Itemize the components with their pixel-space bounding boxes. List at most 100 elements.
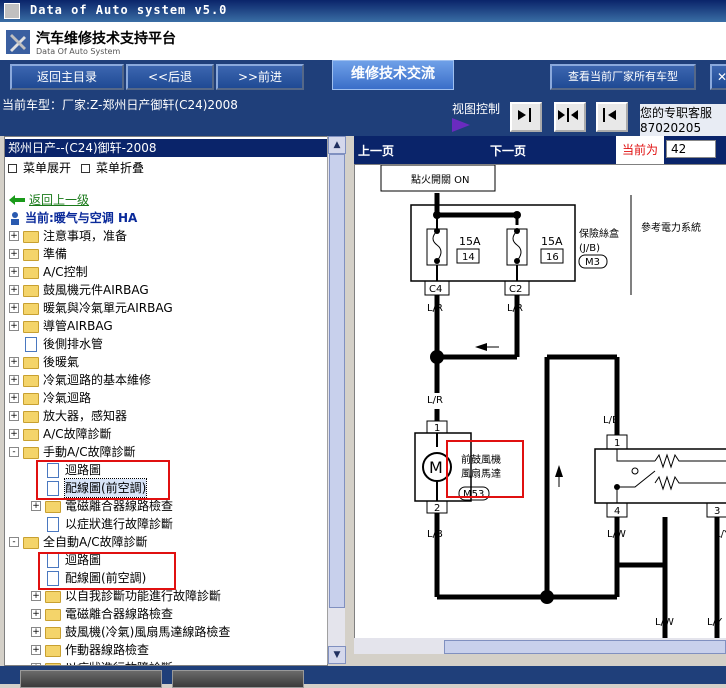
expand-icon[interactable]: + [9, 357, 19, 367]
document-icon [25, 337, 37, 352]
wiring-diagram[interactable]: 點火開關 ON 15A 14 15A 16 保險絲盒 (J/B) M3 參考電力… [354, 164, 726, 640]
expand-icon[interactable]: + [31, 645, 41, 655]
tree-item-label: 鼓風機(冷氣)風扇馬達線路檢查 [65, 625, 231, 639]
menu-tree: 郑州日产--(C24)御轩-2008 菜单展开 菜单折叠 返回上一级 当前:暖气… [4, 136, 328, 666]
forward-button[interactable]: >>前进 [216, 64, 304, 90]
collapse-icon[interactable]: - [9, 447, 19, 457]
highlight-box [36, 460, 170, 500]
expand-icon[interactable]: + [9, 303, 19, 313]
view-all-models-button[interactable]: 查看当前厂家所有车型 [550, 64, 696, 90]
tree-item-label: 全自動A/C故障診斷 [43, 535, 148, 549]
app-subtitle: Data Of Auto System [36, 47, 121, 56]
blower-name-line2: 風扇馬達 [461, 467, 501, 480]
tree-item-label: 放大器，感知器 [43, 409, 128, 423]
folder-icon [23, 375, 39, 387]
folder-icon [23, 429, 39, 441]
pin4-label: 4 [614, 506, 620, 517]
back-button[interactable]: <<后退 [126, 64, 214, 90]
expand-icon[interactable]: + [9, 429, 19, 439]
current-node-label: 当前:暖气与空调 HA [25, 211, 138, 225]
expand-all-button[interactable]: 菜单展开 [8, 159, 71, 176]
folder-icon [23, 321, 39, 333]
advisor-panel: 您的专职客服 87020205 [640, 104, 726, 136]
folder-icon [23, 303, 39, 315]
collapse-all-button[interactable]: 菜单折叠 [81, 159, 144, 176]
expand-icon[interactable]: + [9, 249, 19, 259]
folder-icon [23, 249, 39, 261]
current-model-text: 当前车型：厂家:Z-郑州日产御轩(C24)2008 [2, 98, 238, 112]
viewer-toolbar: 上一页 下一页 当前为 [354, 136, 726, 164]
fuse2-rating: 15A [541, 235, 563, 248]
bottom-button-2[interactable] [172, 670, 304, 688]
expand-all-label: 菜单展开 [23, 161, 72, 175]
tree-item-label: 以症狀進行故障診斷 [65, 659, 173, 665]
diagram-horizontal-scrollbar[interactable] [354, 638, 726, 654]
prev-page-button[interactable]: 上一页 [358, 142, 394, 159]
tree-item-label: 冷氣迴路的基本維修 [43, 373, 152, 387]
next-page-button[interactable]: 下一页 [490, 142, 526, 159]
scroll-down-icon[interactable]: ▼ [328, 646, 346, 664]
arrow-left-icon [603, 108, 616, 122]
tree-item-label: 準備 [43, 247, 68, 261]
scroll-up-icon[interactable]: ▲ [328, 136, 346, 154]
tree-item-label: 手動A/C故障診斷 [43, 445, 136, 459]
close-icon[interactable]: ✕ [710, 64, 726, 90]
jb-label: (J/B) [579, 243, 600, 254]
folder-icon [45, 501, 61, 513]
folder-icon [23, 411, 39, 423]
page-number-input[interactable] [666, 140, 716, 158]
expand-icon[interactable]: + [9, 267, 19, 277]
expand-icon[interactable]: + [9, 321, 19, 331]
expand-icon[interactable]: + [9, 375, 19, 385]
right-panel: 上一页 下一页 当前为 點火開關 ON 15A 14 [346, 136, 726, 666]
tab-maintenance-exchange[interactable]: 维修技术交流 [332, 60, 454, 90]
home-button[interactable]: 返回主目录 [10, 64, 124, 90]
tree-scrollbar[interactable]: ▲ ▼ [327, 136, 346, 664]
view-fit-button[interactable] [554, 102, 586, 132]
tree-item-label: 以症狀進行故障診斷 [65, 517, 174, 531]
arrow-right-icon [518, 108, 531, 122]
square-icon [8, 164, 17, 173]
fuse1-number: 14 [462, 252, 475, 263]
tree-item-label: 冷氣迴路 [43, 391, 92, 405]
c4-label: C4 [429, 284, 442, 295]
view-left-button[interactable] [596, 102, 628, 132]
tree-item-label: 暖氣與冷氣單元AIRBAG [43, 301, 173, 315]
folder-icon [23, 231, 39, 243]
tree-item-label: 導管AIRBAG [43, 319, 113, 333]
bottom-button-1[interactable] [20, 670, 162, 688]
tree-item-label: 電磁離合器線路檢查 [65, 607, 174, 621]
expand-icon[interactable]: + [9, 231, 19, 241]
window-title: Data of Auto system v5.0 [30, 3, 228, 17]
tree-header[interactable]: 郑州日产--(C24)御轩-2008 [5, 139, 327, 157]
wrench-logo-icon [6, 30, 30, 54]
window-title-bar[interactable]: Data of Auto system v5.0 [0, 0, 726, 22]
bottom-bar [0, 666, 726, 688]
fuse1-rating: 15A [459, 235, 481, 248]
expand-icon[interactable]: + [31, 591, 41, 601]
flag-icon [452, 118, 470, 132]
ignition-label: 點火開關 ON [411, 173, 470, 186]
pin2-label-motor: 2 [434, 503, 440, 514]
back-up-label: 返回上一级 [29, 193, 90, 207]
folder-icon [23, 537, 39, 549]
view-right-button[interactable] [510, 102, 542, 132]
advisor-phone: 87020205 [640, 121, 702, 135]
expand-icon[interactable]: + [31, 501, 41, 511]
collapse-icon[interactable]: - [9, 537, 19, 547]
scroll-thumb[interactable] [329, 154, 345, 608]
folder-icon [23, 447, 39, 459]
expand-icon[interactable]: + [31, 627, 41, 637]
square-icon [81, 164, 90, 173]
fuse2-number: 16 [546, 252, 559, 263]
expand-icon[interactable]: + [31, 609, 41, 619]
horizontal-scroll-thumb[interactable] [444, 640, 726, 654]
app-window-icon [4, 3, 20, 19]
expand-icon[interactable]: + [9, 285, 19, 295]
current-page-label: 当前为 [616, 136, 664, 164]
m53-label: M53 [463, 489, 484, 500]
c2-label: C2 [509, 284, 522, 295]
folder-icon [23, 393, 39, 405]
expand-icon[interactable]: + [9, 393, 19, 403]
expand-icon[interactable]: + [9, 411, 19, 421]
